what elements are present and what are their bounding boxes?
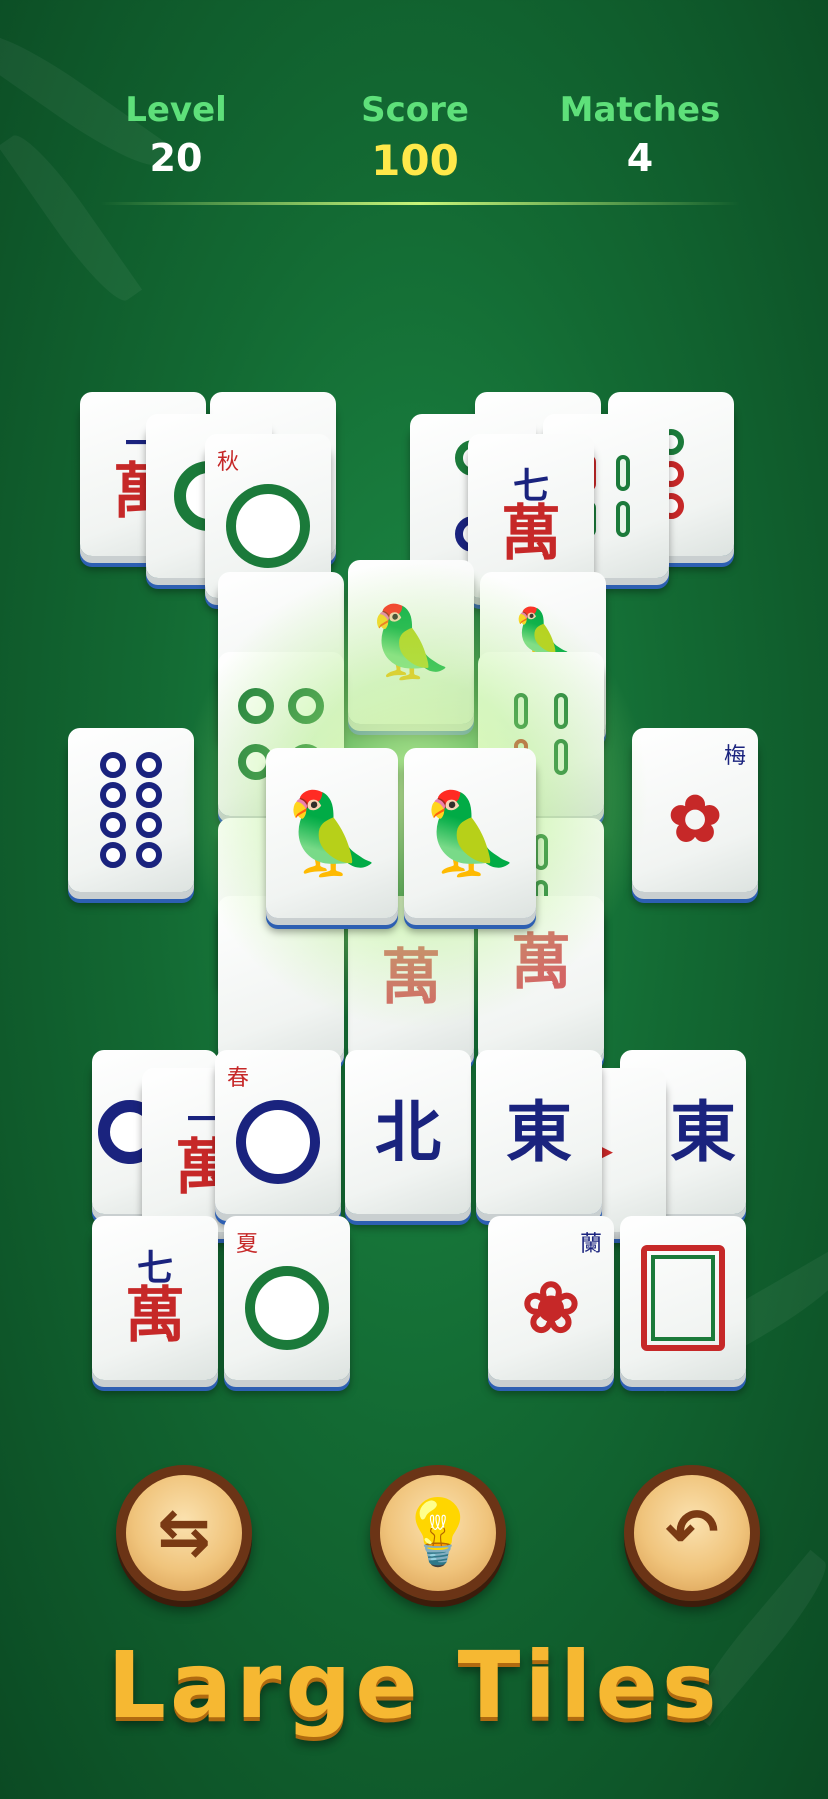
mahjong-tile-circles[interactable] <box>68 728 194 892</box>
circle-dot-icon <box>136 782 162 808</box>
circle-suit-icon <box>100 752 162 868</box>
circle-dot-icon <box>100 782 126 808</box>
bamboo-stick-icon <box>616 501 630 537</box>
mahjong-tile-summer[interactable]: 夏 <box>224 1216 350 1380</box>
flower-emblem-icon <box>236 1100 320 1184</box>
mahjong-tile-north[interactable]: 北 <box>345 1050 471 1214</box>
undo-icon: ↶ <box>665 1496 719 1570</box>
bamboo-stick-icon <box>514 693 528 729</box>
mahjong-tile-bird-selected[interactable]: 🦜 <box>266 748 398 918</box>
mahjong-tile-orchid[interactable]: 蘭 ❀ <box>488 1216 614 1380</box>
mahjong-tile-bird[interactable]: 🦜 <box>348 560 474 724</box>
undo-button[interactable]: ↶ <box>624 1465 760 1601</box>
tile-corner-character: 夏 <box>236 1232 259 1257</box>
bird-icon: 🦜 <box>420 786 520 880</box>
circle-dot-icon <box>136 842 162 868</box>
plum-blossom-icon: ✿ <box>668 782 722 857</box>
tile-character: 萬 <box>381 943 441 1013</box>
mahjong-tile-wan[interactable]: 七 萬 <box>92 1216 218 1380</box>
tile-corner-character: 春 <box>227 1066 250 1091</box>
tile-character: 東 <box>506 1093 572 1171</box>
lightbulb-icon: 💡 <box>398 1496 478 1570</box>
mahjong-tile-spring[interactable]: 春 <box>215 1050 341 1214</box>
bamboo-stick-icon <box>616 455 630 491</box>
circle-dot-icon <box>100 752 126 778</box>
mahjong-tile-white-dragon[interactable] <box>620 1216 746 1380</box>
shuffle-icon: ⇆ <box>157 1496 211 1570</box>
tile-character: 東 <box>670 1093 736 1171</box>
bird-icon: 🦜 <box>282 786 382 880</box>
lotus-flower-icon <box>245 1266 329 1350</box>
tile-corner-character: 秋 <box>217 450 240 475</box>
bird-icon: 🦜 <box>367 600 455 683</box>
tile-corner-character: 梅 <box>723 744 746 769</box>
circle-dot-icon <box>100 842 126 868</box>
bamboo-stick-icon <box>554 739 568 775</box>
shuffle-button[interactable]: ⇆ <box>116 1465 252 1601</box>
mahjong-tile-bird-selected[interactable]: 🦜 <box>404 748 536 918</box>
promo-banner-title: Large Tiles <box>107 1632 721 1739</box>
orchid-flower-icon: ❀ <box>521 1266 581 1349</box>
bamboo-stick-icon <box>554 693 568 729</box>
mahjong-tile-wan[interactable]: 萬 <box>478 896 604 1060</box>
tile-character: 萬 <box>125 1281 185 1351</box>
hint-button[interactable]: 💡 <box>370 1465 506 1601</box>
mahjong-tile-wan[interactable]: 萬 <box>348 896 474 1060</box>
mahjong-tile[interactable] <box>218 896 344 1060</box>
mahjong-tile-east[interactable]: 東 <box>476 1050 602 1214</box>
flower-emblem-icon <box>226 484 310 568</box>
white-dragon-frame-icon <box>641 1245 725 1351</box>
tile-character: 萬 <box>511 928 571 998</box>
circle-dot-icon <box>100 812 126 838</box>
circle-dot-icon <box>136 752 162 778</box>
circle-dot-icon <box>136 812 162 838</box>
bamboo-stick-icon <box>534 834 548 870</box>
circle-dot-icon <box>288 688 324 724</box>
tile-character: 北 <box>375 1093 441 1171</box>
mahjong-tile-plum[interactable]: 梅 ✿ <box>632 728 758 892</box>
circle-dot-icon <box>238 688 274 724</box>
tile-corner-character: 蘭 <box>579 1232 602 1257</box>
tile-character: 萬 <box>501 499 561 569</box>
